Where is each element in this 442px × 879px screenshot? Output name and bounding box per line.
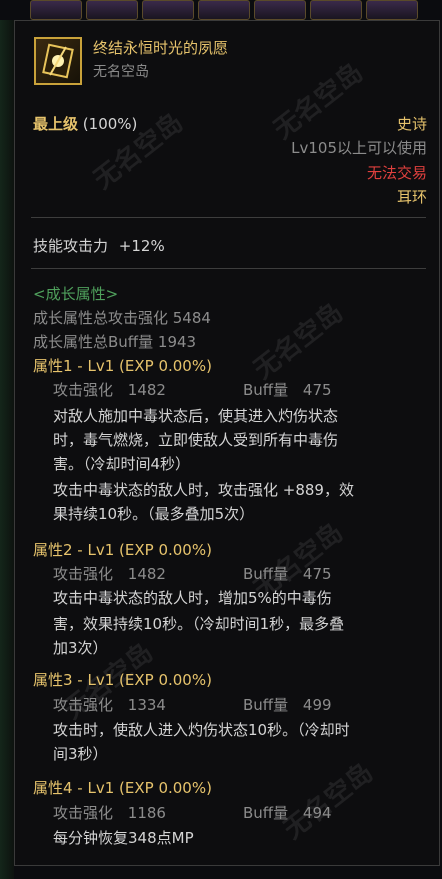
attribute-desc-line: 间3秒） (53, 745, 108, 763)
buff-value: 475 (302, 381, 332, 399)
buff-label: Buff量 (243, 381, 289, 399)
inventory-slot[interactable] (198, 0, 250, 20)
attack-value: 1482 (127, 565, 166, 583)
grade-label: 最上级 (33, 115, 79, 133)
attribute-title: 属性4 - Lv1 (EXP 0.00%) (33, 779, 212, 797)
attack-label: 攻击强化 (53, 381, 114, 399)
growth-header: <成长属性> (33, 285, 119, 303)
inventory-slot[interactable] (254, 0, 306, 20)
grade-row: 最上级 (100%) (33, 113, 137, 134)
inventory-strip (0, 0, 442, 20)
earring-icon (34, 37, 82, 85)
item-name: 终结永恒时光的夙愿 (93, 39, 229, 57)
buff-label: Buff量 (243, 696, 289, 714)
attack-label: 攻击强化 (53, 804, 114, 822)
skill-attack-label: 技能攻击力 (33, 237, 109, 255)
attribute-title: 属性1 - Lv1 (EXP 0.00%) (33, 357, 212, 375)
attack-label: 攻击强化 (53, 565, 114, 583)
trade-status: 无法交易 (366, 164, 427, 182)
divider (31, 217, 426, 218)
level-requirement: Lv105以上可以使用 (291, 139, 427, 157)
buff-value: 494 (302, 804, 332, 822)
attribute-title: 属性2 - Lv1 (EXP 0.00%) (33, 541, 212, 559)
buff-value: 475 (302, 565, 332, 583)
item-header: 终结永恒时光的夙愿 无名空岛 (31, 35, 426, 85)
growth-total-buff: 成长属性总Buff量 1943 (33, 333, 197, 351)
buff-value: 499 (302, 696, 332, 714)
item-tooltip: 无名空岛 无名空岛 无名空岛 无名空岛 无名空岛 无名空岛 终结永恒时光的夙愿 … (14, 20, 440, 866)
attribute-desc-line: 攻击中毒状态的敌人时，攻击强化 +889，效 (53, 481, 354, 499)
attack-label: 攻击强化 (53, 696, 114, 714)
watermark: 无名空岛 (248, 297, 349, 386)
equipment-slot: 耳环 (396, 188, 427, 206)
attribute-buff: Buff量 475 (243, 379, 332, 400)
attribute-buff: Buff量 499 (243, 694, 332, 715)
attribute-attack: 攻击强化 1186 (53, 802, 166, 823)
buff-label: Buff量 (243, 804, 289, 822)
attribute-desc-line: 时，毒气燃烧，立即使敌人受到所有中毒伤 (53, 431, 339, 449)
attribute-desc-line: 攻击中毒状态的敌人时，增加5%的中毒伤 (53, 589, 332, 607)
attribute-attack: 攻击强化 1482 (53, 379, 166, 400)
attribute-attack: 攻击强化 1334 (53, 694, 166, 715)
inventory-slot[interactable] (366, 0, 418, 20)
item-source: 无名空岛 (93, 64, 149, 80)
attribute-title: 属性3 - Lv1 (EXP 0.00%) (33, 671, 212, 689)
inventory-slot[interactable] (30, 0, 82, 20)
background-panel (0, 20, 14, 879)
inventory-slot[interactable] (86, 0, 138, 20)
attribute-desc-line: 攻击时，使敌人进入灼伤状态10秒。（冷却时 (53, 721, 350, 739)
attribute-attack: 攻击强化 1482 (53, 563, 166, 584)
attack-value: 1482 (127, 381, 166, 399)
rarity: 史诗 (396, 115, 427, 133)
attribute-desc-line: 加3次） (53, 639, 108, 657)
growth-total-attack: 成长属性总攻击强化 5484 (33, 309, 211, 327)
skill-attack-value: +12% (118, 237, 165, 255)
inventory-slot[interactable] (310, 0, 362, 20)
attribute-desc-line: 害，效果持续10秒。（冷却时间1秒，最多叠 (53, 615, 345, 633)
attack-value: 1186 (127, 804, 166, 822)
watermark: 无名空岛 (278, 757, 379, 846)
divider (31, 268, 426, 269)
attribute-buff: Buff量 475 (243, 563, 332, 584)
inventory-slot[interactable] (142, 0, 194, 20)
buff-label: Buff量 (243, 565, 289, 583)
attribute-desc-line: 每分钟恢复348点MP (53, 829, 194, 847)
grade-value: (100%) (82, 115, 138, 133)
attribute-desc-line: 果持续10秒。（最多叠加5次） (53, 505, 255, 523)
attribute-buff: Buff量 494 (243, 802, 332, 823)
skill-attack-stat: 技能攻击力 +12% (33, 235, 165, 256)
attribute-desc-line: 害。（冷却时间4秒） (53, 455, 191, 473)
attribute-desc-line: 对敌人施加中毒状态后，使其进入灼伤状态 (53, 407, 339, 425)
attack-value: 1334 (127, 696, 166, 714)
